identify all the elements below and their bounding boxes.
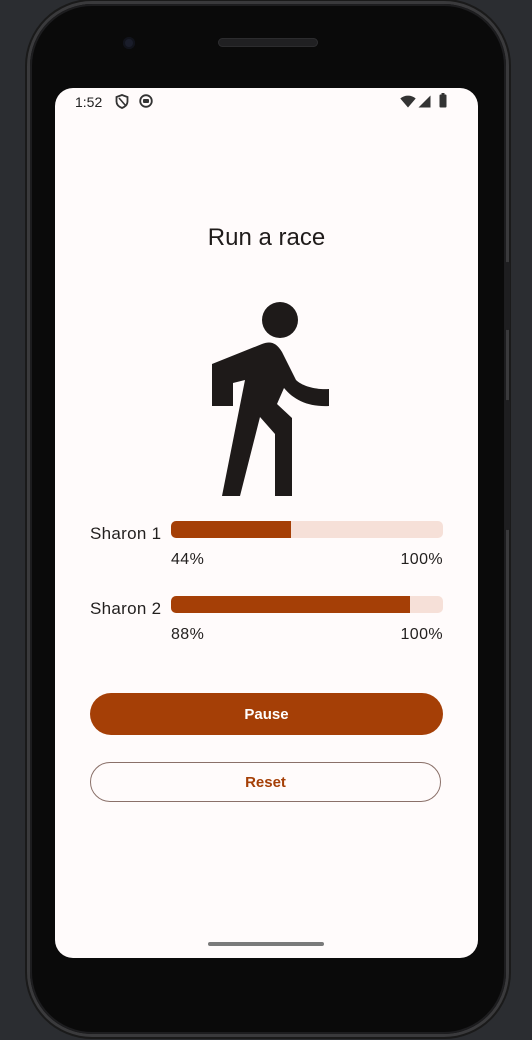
reset-button[interactable]: Reset <box>90 762 441 802</box>
progress-track-1 <box>171 521 443 538</box>
front-camera <box>123 37 135 49</box>
racer-name-2: Sharon 2 <box>90 599 162 618</box>
cellular-signal-icon <box>418 95 431 111</box>
status-bar: 1:52 <box>55 88 478 116</box>
progress-track-2 <box>171 596 443 613</box>
progress-fill-1 <box>171 521 291 538</box>
android-notification-icon <box>139 94 153 111</box>
progress-max-1: 100% <box>400 551 443 568</box>
status-time: 1:52 <box>75 94 103 110</box>
progress-fill-2 <box>171 596 411 613</box>
racer-name-1: Sharon 1 <box>90 524 162 543</box>
walking-person-icon <box>212 300 332 501</box>
battery-icon <box>439 93 447 111</box>
progress-value-2: 88% <box>171 626 205 643</box>
volume-button <box>505 400 510 530</box>
progress-value-1: 44% <box>171 551 205 568</box>
pause-button[interactable]: Pause <box>90 693 443 735</box>
gesture-navigation-bar[interactable] <box>208 942 324 946</box>
page-title: Run a race <box>207 224 326 251</box>
earpiece-speaker <box>218 38 318 47</box>
app-screen: 1:52 Run a race Sharon 1 44% 100% Sharon… <box>55 88 478 958</box>
shield-icon <box>115 94 129 112</box>
progress-max-2: 100% <box>400 626 443 643</box>
power-button <box>505 262 510 330</box>
wifi-icon <box>400 95 416 111</box>
